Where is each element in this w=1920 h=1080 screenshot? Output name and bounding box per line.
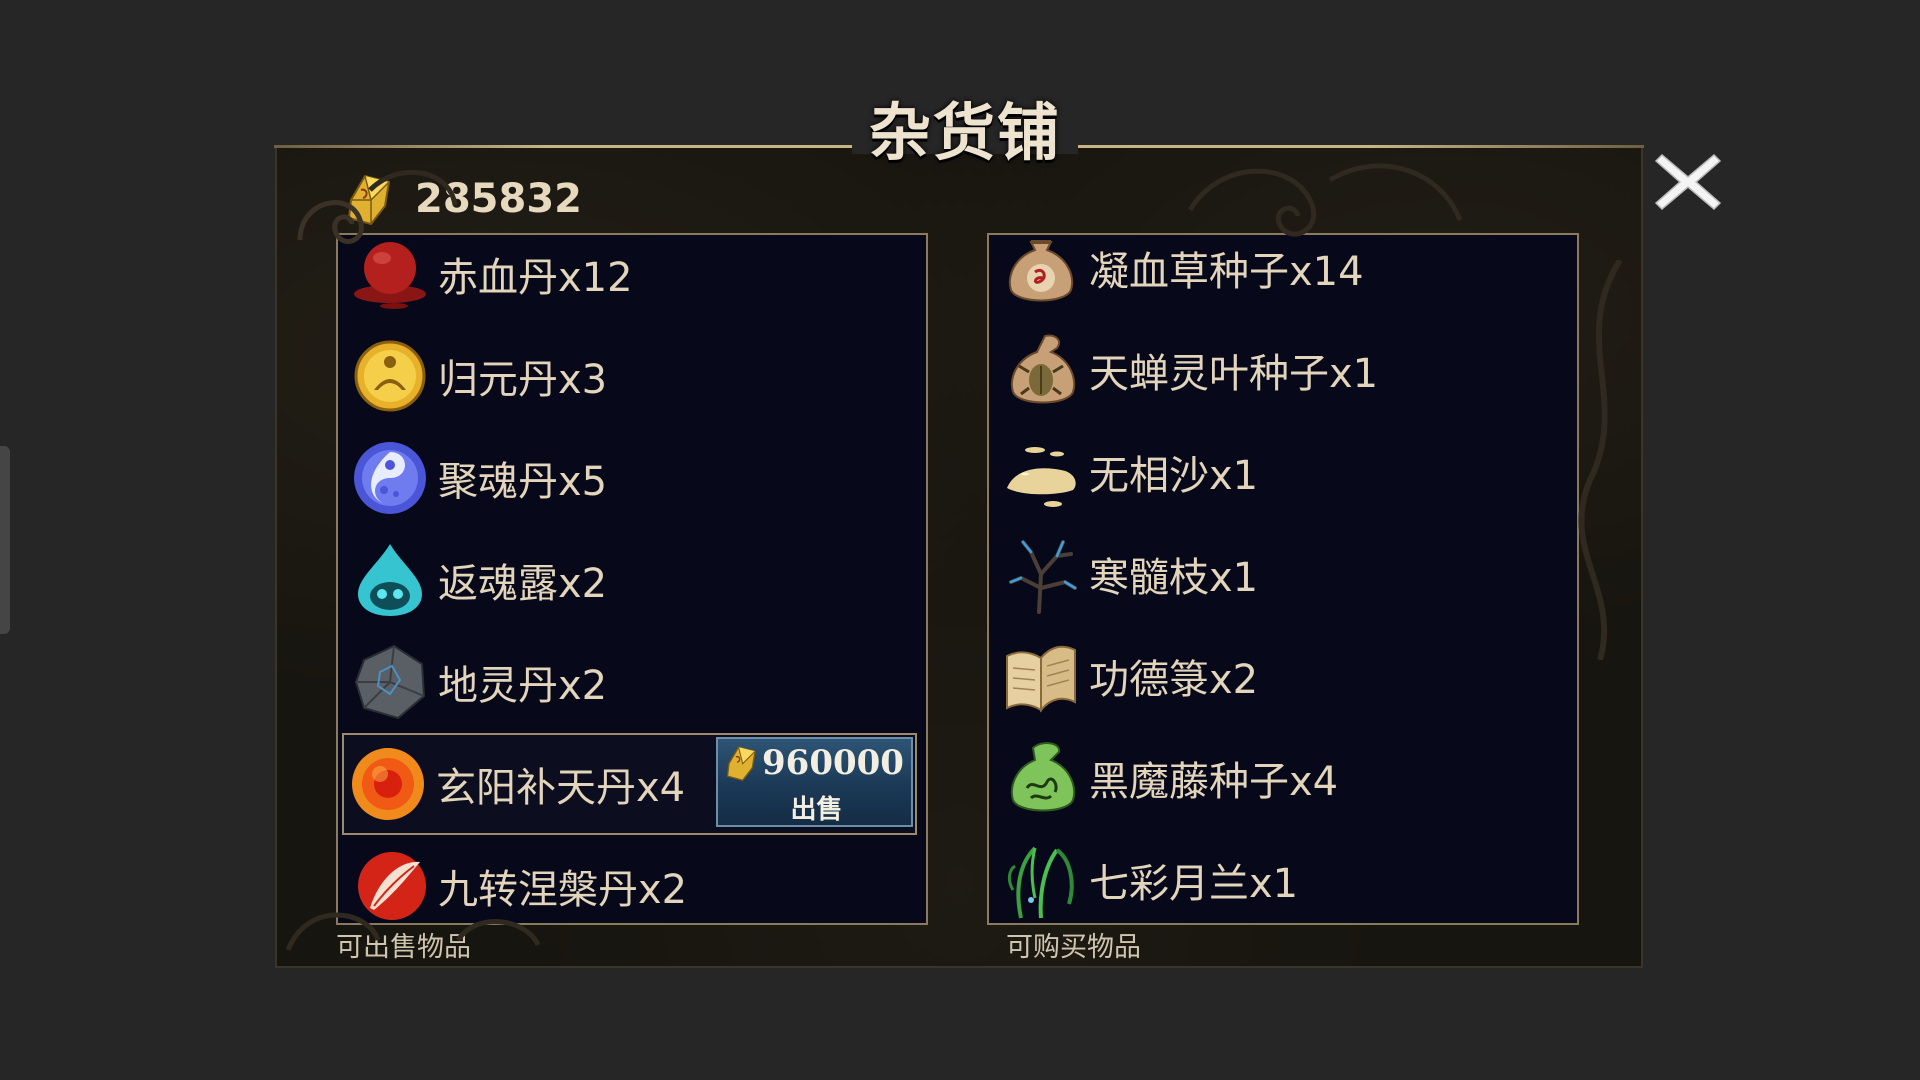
moon-orchid-icon xyxy=(1007,846,1074,919)
seed-bag-cicada-icon xyxy=(1010,334,1076,404)
list-item[interactable]: 黑魔藤种子x4 xyxy=(989,727,1577,829)
item-label: 聚魂丹x5 xyxy=(438,459,608,505)
item-label: 归元丹x3 xyxy=(438,357,608,403)
item-label: 无相沙x1 xyxy=(1089,453,1259,499)
gold-ingot-icon xyxy=(726,746,756,782)
item-label: 玄阳补天丹x4 xyxy=(436,765,686,811)
shop-title: 杂货铺 xyxy=(868,96,1061,169)
list-item[interactable]: 归元丹x3 xyxy=(338,325,926,427)
list-item[interactable]: 返魂露x2 xyxy=(338,529,926,631)
list-item[interactable]: 无相沙x1 xyxy=(989,421,1577,523)
item-label: 七彩月兰x1 xyxy=(1089,861,1299,907)
item-label: 功德箓x2 xyxy=(1089,657,1259,703)
shop-screen: 杂货铺 285832 赤血丹x12 归元丹x3 聚魂丹x5 返魂露x2 地灵丹x… xyxy=(0,0,1920,1080)
frost-branch-icon xyxy=(1009,540,1077,614)
sell-action-label: 出售 xyxy=(790,795,843,825)
seed-bag-red-rune-icon xyxy=(1008,240,1074,302)
blue-soul-pill-icon xyxy=(354,442,426,514)
sell-price: 960000 xyxy=(762,743,904,783)
green-seed-bag-icon xyxy=(1010,742,1076,812)
cloud-ornament-icon xyxy=(285,912,541,951)
cyan-skull-drop-icon xyxy=(358,544,422,616)
sell-item-list[interactable]: 赤血丹x12 归元丹x3 聚魂丹x5 返魂露x2 地灵丹x2 玄阳补天丹x4 9… xyxy=(336,233,928,925)
list-item[interactable]: 天蝉灵叶种子x1 xyxy=(989,319,1577,421)
buy-list-caption: 可购买物品 xyxy=(1006,932,1141,963)
item-label: 天蝉灵叶种子x1 xyxy=(1089,351,1379,397)
item-label: 地灵丹x2 xyxy=(438,663,608,709)
sell-button[interactable]: 960000 出售 xyxy=(716,737,913,827)
item-label: 寒髓枝x1 xyxy=(1089,555,1259,601)
list-item-selected[interactable]: 玄阳补天丹x4 960000 出售 xyxy=(342,733,917,835)
close-button[interactable] xyxy=(1650,147,1726,217)
list-item[interactable]: 地灵丹x2 xyxy=(338,631,926,733)
golden-meditation-pill-icon xyxy=(354,340,426,412)
buy-item-list[interactable]: 凝血草种子x14 天蝉灵叶种子x1 无相沙x1 寒髓枝x1 功德箓x2 黑魔藤种… xyxy=(987,233,1579,925)
side-drawer-tab[interactable] xyxy=(0,446,10,634)
cloud-ornament-icon xyxy=(297,169,458,244)
close-icon xyxy=(1654,153,1722,211)
item-label: 黑魔藤种子x4 xyxy=(1089,759,1339,805)
list-item[interactable]: 寒髓枝x1 xyxy=(989,523,1577,625)
sand-pile-icon xyxy=(1007,447,1076,507)
orange-sun-pill-icon xyxy=(352,748,424,820)
list-item[interactable]: 七彩月兰x1 xyxy=(989,829,1577,923)
list-item[interactable]: 功德箓x2 xyxy=(989,625,1577,727)
stone-rune-pill-icon xyxy=(354,644,426,720)
vine-ornament-icon xyxy=(1578,260,1623,660)
cloud-ornament-icon xyxy=(1187,163,1463,237)
list-item[interactable]: 聚魂丹x5 xyxy=(338,427,926,529)
scroll-book-icon xyxy=(1006,645,1076,713)
item-label: 返魂露x2 xyxy=(438,561,608,607)
